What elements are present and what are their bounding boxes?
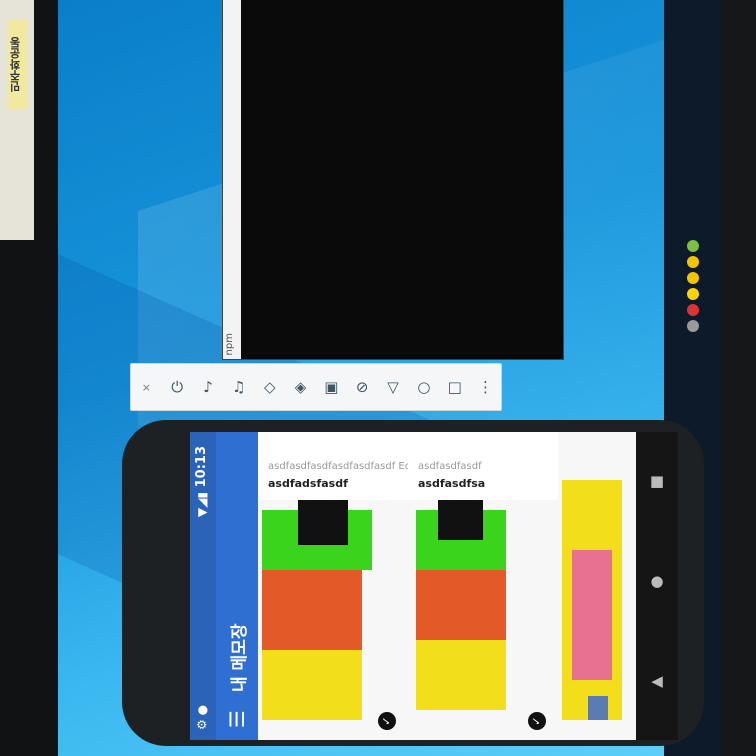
overview-icon[interactable]: ■ bbox=[648, 472, 666, 490]
memo-title: asdfadsfasdf bbox=[268, 477, 348, 490]
status-icons-left: ⚙ ● bbox=[195, 704, 209, 730]
memo-content: asdfasdfasdf bbox=[418, 461, 482, 472]
menu-icon[interactable]: ☰ bbox=[225, 710, 249, 728]
zoom-icon[interactable]: ⊘ bbox=[349, 374, 375, 400]
camera-icon[interactable]: ▣ bbox=[318, 374, 344, 400]
list-item[interactable]: asdfasdfsa asdfasdfasdf ✓ bbox=[408, 432, 559, 740]
tray-icon[interactable] bbox=[687, 256, 699, 268]
home-icon[interactable]: ● bbox=[648, 572, 666, 590]
android-nav-bar: ■ ● ◀ bbox=[636, 432, 678, 740]
more-icon[interactable]: ⋮ bbox=[473, 374, 499, 400]
close-icon[interactable]: × bbox=[133, 374, 159, 400]
memo-content: asdfasdfasdfasdfasdfasdf Ed bbox=[268, 461, 412, 472]
tray-icon[interactable] bbox=[687, 240, 699, 252]
terminal-title: npm bbox=[224, 332, 235, 355]
home-icon[interactable]: ○ bbox=[411, 374, 437, 400]
app-bar: ☰ 내 메모장 bbox=[216, 432, 258, 740]
kakaotalk-icon[interactable] bbox=[687, 288, 699, 300]
rotate-right-icon[interactable]: ◈ bbox=[288, 374, 314, 400]
overview-icon[interactable]: □ bbox=[442, 374, 468, 400]
tray-icon[interactable] bbox=[687, 272, 699, 284]
monitor-bezel-right bbox=[722, 0, 756, 756]
wall-sign-text: 민주화운동 bbox=[9, 37, 22, 93]
terminal-output: 0002","is_keep":"false","image_filename"… bbox=[223, 0, 225, 337]
power-icon[interactable]: ⏻ bbox=[164, 374, 190, 400]
memo-thumbnail bbox=[258, 500, 408, 740]
phone-screen-rotated: ⚙ ● ▼◢▮ 10:13 ☰ 내 메모장 asdfadsfasdf asdfa… bbox=[190, 432, 637, 740]
memo-title: asdfasdfsa bbox=[418, 477, 486, 490]
list-item[interactable] bbox=[558, 432, 637, 740]
memo-list: asdfadsfasdf asdfasdfasdfasdfasdfasdf Ed… bbox=[258, 432, 637, 740]
status-time: 10:13 bbox=[194, 446, 209, 488]
status-icons-right: ▼◢▮ bbox=[195, 492, 209, 518]
rotate-left-icon[interactable]: ◇ bbox=[257, 374, 283, 400]
phone-screen: ⚙ ● ▼◢▮ 10:13 ☰ 내 메모장 asdfadsfasdf asdfa… bbox=[190, 432, 637, 740]
wall-sign: 민주화운동 bbox=[8, 20, 28, 110]
keep-check-icon[interactable]: ✓ bbox=[378, 712, 396, 730]
list-item[interactable]: asdfadsfasdf asdfasdfasdfasdfasdfasdf Ed… bbox=[258, 432, 412, 740]
back-icon[interactable]: ▽ bbox=[380, 374, 406, 400]
android-status-bar: ⚙ ● ▼◢▮ 10:13 bbox=[190, 432, 216, 740]
system-tray bbox=[670, 240, 716, 390]
tray-icon[interactable] bbox=[687, 320, 699, 332]
back-icon[interactable]: ◀ bbox=[648, 672, 666, 690]
terminal-titlebar[interactable]: npm bbox=[223, 0, 241, 359]
tray-icon[interactable] bbox=[687, 304, 699, 316]
terminal-window[interactable]: npm 0002","is_keep":"false","image_filen… bbox=[222, 0, 564, 360]
memo-thumbnail bbox=[408, 500, 558, 740]
background-wall: 민주화운동 bbox=[0, 0, 34, 240]
memo-thumbnail bbox=[558, 432, 636, 740]
emulator-toolbar: × ⏻ ♪ ♫ ◇ ◈ ▣ ⊘ ▽ ○ □ ⋮ bbox=[130, 363, 502, 411]
keep-check-icon[interactable]: ✓ bbox=[528, 712, 546, 730]
volume-down-icon[interactable]: ♫ bbox=[226, 374, 252, 400]
app-title: 내 메모장 bbox=[230, 623, 250, 692]
volume-up-icon[interactable]: ♪ bbox=[195, 374, 221, 400]
